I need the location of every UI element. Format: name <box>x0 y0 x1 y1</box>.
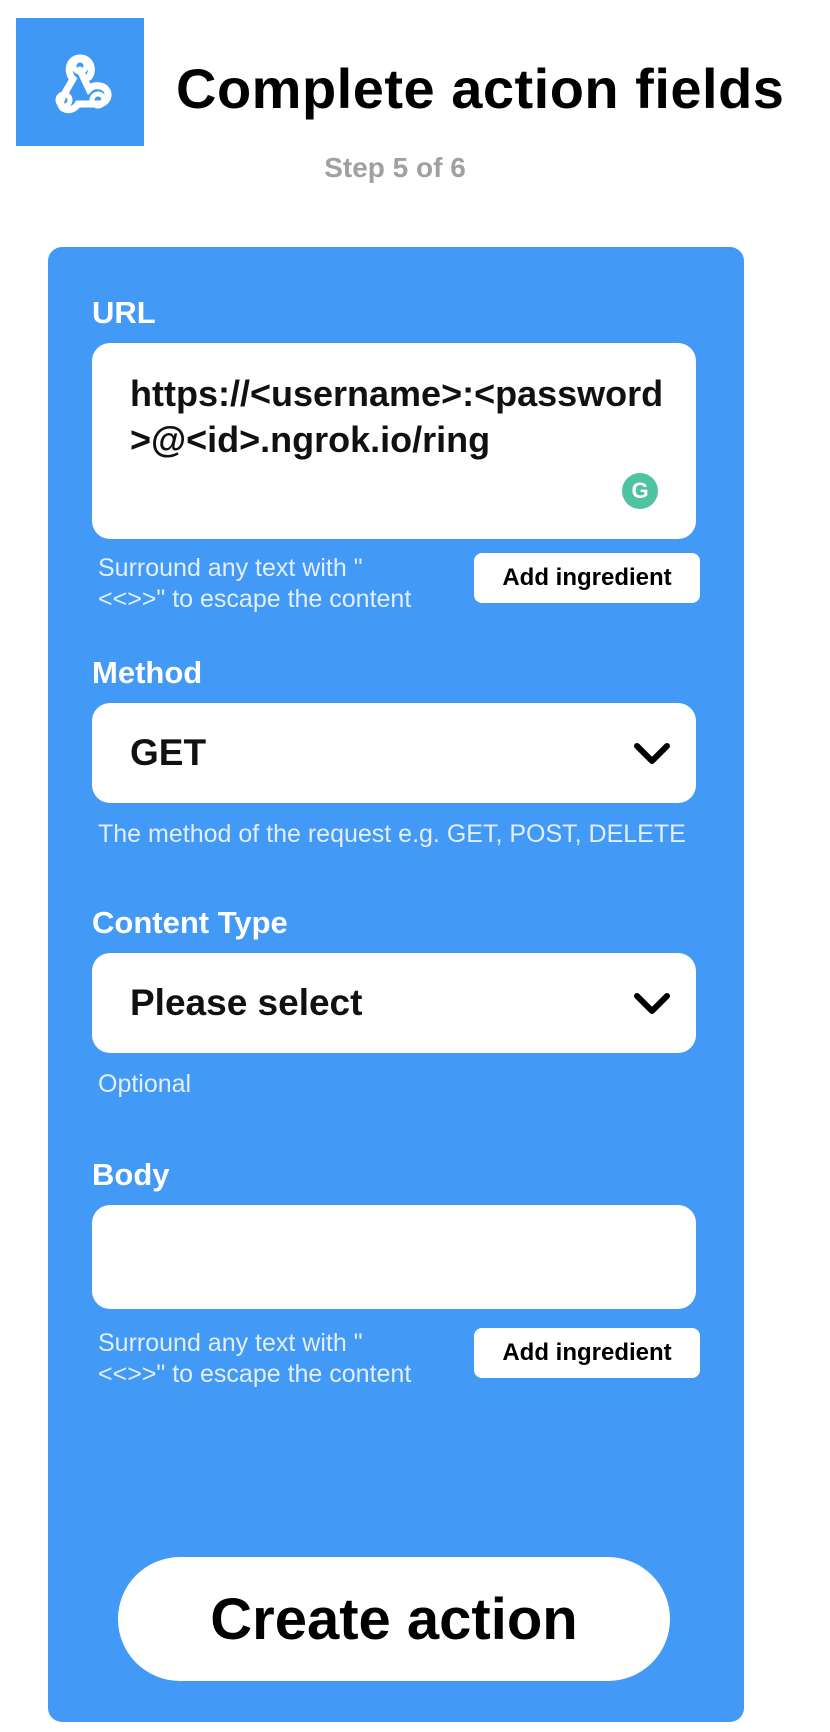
url-input[interactable]: https://<username>:<password>@<id>.ngrok… <box>92 343 696 539</box>
url-helper-line-1: Surround any text with " <box>98 554 363 582</box>
chevron-down-icon <box>634 993 670 1014</box>
chevron-down-icon <box>634 743 670 764</box>
content-type-helper-text: Optional <box>98 1070 192 1098</box>
body-add-ingredient-button[interactable]: Add ingredient <box>474 1328 700 1378</box>
body-helper-line-1: Surround any text with " <box>98 1329 363 1357</box>
step-indicator: Step 5 of 6 <box>324 152 466 183</box>
grammarly-icon[interactable]: G <box>622 473 658 509</box>
body-helper-text: Surround any text with " <<>>" to escape… <box>98 1328 411 1390</box>
body-helper-line-2: <<>>" to escape the content <box>98 1360 412 1388</box>
content-type-label: Content Type <box>92 905 288 940</box>
method-select[interactable]: GET <box>92 703 696 803</box>
body-input[interactable] <box>92 1205 696 1309</box>
webhook-icon <box>16 18 144 146</box>
page-header: Complete action fields Step 5 of 6 <box>0 0 830 200</box>
create-action-button[interactable]: Create action <box>118 1557 670 1681</box>
url-label: URL <box>92 295 156 330</box>
webhook-glyph <box>55 54 112 114</box>
url-input-value: https://<username>:<password>@<id>.ngrok… <box>130 373 664 460</box>
url-helper-text: Surround any text with " <<>>" to escape… <box>98 553 411 615</box>
url-add-ingredient-button[interactable]: Add ingredient <box>474 553 700 603</box>
action-fields-form: URL https://<username>:<password>@<id>.n… <box>48 247 744 1722</box>
method-selected-value: GET <box>130 732 207 773</box>
content-type-select[interactable]: Please select <box>92 953 696 1053</box>
content-type-selected-value: Please select <box>130 982 363 1023</box>
url-helper-line-2: <<>>" to escape the content <box>98 585 412 613</box>
method-helper-text: The method of the request e.g. GET, POST… <box>98 820 686 848</box>
page-title: Complete action fields <box>176 57 785 120</box>
method-label: Method <box>92 655 203 690</box>
body-label: Body <box>92 1157 170 1192</box>
